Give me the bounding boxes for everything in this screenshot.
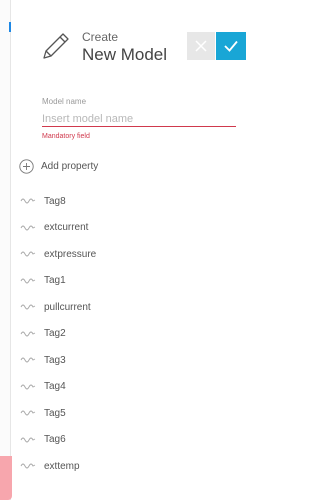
- list-item-label: Tag1: [44, 275, 66, 287]
- wave-icon: [20, 331, 36, 337]
- list-item-label: pullcurrent: [44, 301, 91, 313]
- wave-icon: [20, 357, 36, 363]
- list-item-label: Tag6: [44, 434, 66, 446]
- list-item[interactable]: exttemp: [20, 453, 240, 480]
- check-icon: [224, 40, 238, 52]
- panel-header: Create New Model: [38, 28, 248, 68]
- create-model-panel: Create New Model Model name Mandatory fi…: [0, 0, 259, 500]
- list-item[interactable]: Tag2: [20, 321, 240, 348]
- left-panel-marker: [9, 22, 11, 32]
- wave-icon: [20, 437, 36, 443]
- page-title: New Model: [82, 45, 168, 64]
- model-name-label: Model name: [42, 97, 87, 106]
- list-item[interactable]: Tag6: [20, 427, 240, 454]
- wave-icon: [20, 198, 36, 204]
- wave-icon: [20, 463, 36, 469]
- left-panel-accent: [0, 456, 12, 500]
- wave-icon: [20, 410, 36, 416]
- add-property-button[interactable]: Add property: [19, 158, 98, 174]
- list-item[interactable]: pullcurrent: [20, 294, 240, 321]
- wave-icon: [20, 278, 36, 284]
- plus-circle-icon: [19, 158, 34, 174]
- list-item[interactable]: extcurrent: [20, 215, 240, 242]
- list-item[interactable]: Tag1: [20, 268, 240, 295]
- list-item[interactable]: Tag8: [20, 188, 240, 215]
- list-item[interactable]: Tag3: [20, 347, 240, 374]
- list-item-label: extpressure: [44, 248, 97, 260]
- cancel-button[interactable]: [187, 32, 215, 60]
- list-item-label: Tag4: [44, 381, 66, 393]
- add-property-label: Add property: [41, 160, 99, 172]
- pencil-icon: [43, 33, 69, 59]
- list-item[interactable]: extpressure: [20, 241, 240, 268]
- list-item-label: Tag2: [44, 328, 66, 340]
- header-subtitle: Create: [82, 30, 119, 44]
- wave-icon: [20, 251, 36, 257]
- list-item[interactable]: Tag4: [20, 374, 240, 401]
- confirm-button[interactable]: [216, 32, 246, 60]
- list-item-label: Tag3: [44, 354, 66, 366]
- left-panel-edge: [0, 0, 11, 500]
- wave-icon: [20, 225, 36, 231]
- list-item-label: Tag5: [44, 407, 66, 419]
- header-titles: Create New Model: [82, 30, 167, 65]
- wave-icon: [20, 384, 36, 390]
- list-item-label: exttemp: [44, 460, 80, 472]
- list-item-label: extcurrent: [44, 222, 89, 234]
- mandatory-field-error: Mandatory field: [42, 133, 90, 140]
- list-item-label: Tag8: [44, 195, 66, 207]
- model-name-field: Model name Mandatory field: [42, 97, 238, 141]
- list-item[interactable]: Tag5: [20, 400, 240, 427]
- model-name-input[interactable]: [42, 111, 236, 127]
- wave-icon: [20, 304, 36, 310]
- close-icon: [195, 40, 207, 52]
- property-list: Tag8 extcurrent extpressure Tag1 pullcur…: [20, 188, 240, 480]
